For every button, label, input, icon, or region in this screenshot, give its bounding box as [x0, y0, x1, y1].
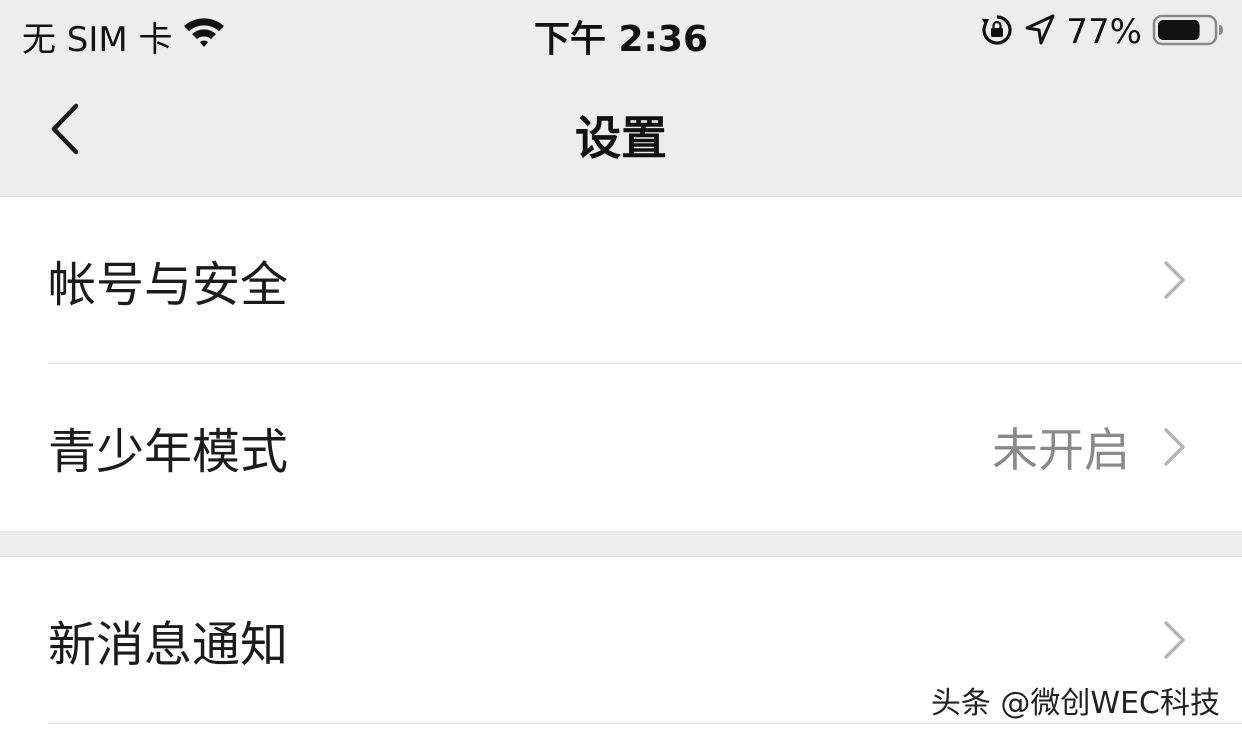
carrier-label: 无 SIM 卡 [22, 20, 173, 60]
page-title: 设置 [575, 111, 667, 165]
rotation-lock-icon [980, 13, 1014, 51]
settings-group-account: 帐号与安全 青少年模式 未开启 [0, 196, 1242, 531]
youth-mode-status: 未开启 [992, 423, 1130, 477]
battery-icon [1152, 13, 1224, 51]
navigation-bar: 设置 [0, 64, 1242, 195]
status-right-group: 77% [980, 12, 1224, 52]
chevron-right-icon [1164, 261, 1185, 299]
settings-row-account-security[interactable]: 帐号与安全 [0, 197, 1242, 363]
row-label: 新消息通知 [48, 617, 289, 673]
watermark: 头条 @微创WEC科技 [930, 686, 1220, 721]
chevron-left-icon [51, 103, 79, 155]
row-divider [48, 723, 1242, 724]
row-label: 青少年模式 [48, 424, 289, 480]
back-button[interactable] [38, 94, 98, 164]
row-label: 帐号与安全 [48, 257, 289, 313]
location-arrow-icon [1024, 13, 1056, 51]
wifi-icon [182, 14, 226, 52]
chevron-right-icon [1164, 621, 1185, 659]
settings-row-youth-mode[interactable]: 青少年模式 未开启 [0, 364, 1242, 530]
status-bar: 无 SIM 卡 下午 2:36 77% [0, 0, 1242, 64]
chevron-right-icon [1164, 428, 1185, 466]
battery-percent: 77% [1066, 12, 1142, 52]
